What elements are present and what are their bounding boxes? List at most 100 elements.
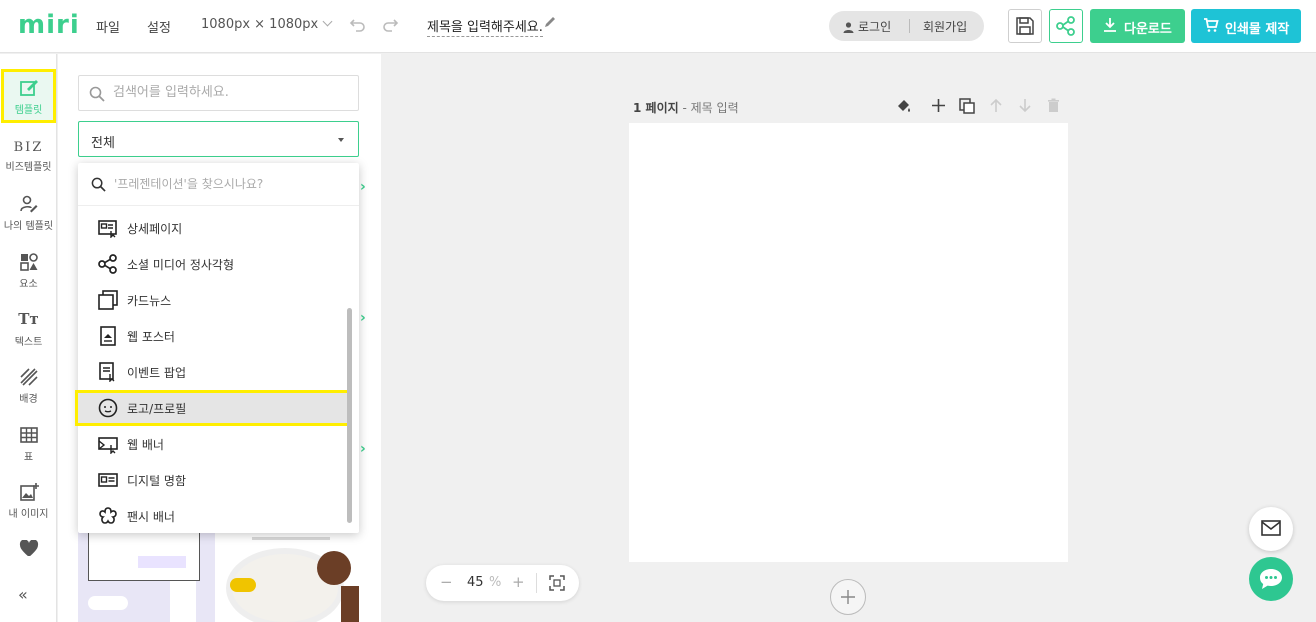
template-search-input[interactable] (113, 85, 348, 100)
thumbnail-decoration (341, 586, 359, 622)
template-thumbnail[interactable] (78, 526, 215, 622)
caret-down-icon (338, 138, 344, 142)
arrow-up-icon[interactable] (989, 98, 1003, 113)
page-title[interactable]: - 제목 입력 (682, 101, 738, 115)
artboard[interactable] (629, 123, 1068, 562)
thumbnail-frame (88, 526, 200, 581)
chevron-right-icon[interactable]: › (360, 441, 370, 457)
save-icon (1016, 17, 1034, 35)
dropdown-item-event-popup[interactable]: 이벤트 팝업 (78, 354, 359, 390)
zoom-unit: % (489, 575, 502, 590)
dropdown-item-label: 디지털 명함 (127, 474, 187, 488)
download-button[interactable]: 다운로드 (1090, 9, 1185, 43)
dropdown-item-web-poster[interactable]: 웹 포스터 (78, 318, 359, 354)
dropdown-item-detail-page[interactable]: 상세페이지 (78, 210, 359, 246)
thumbnail-badge (230, 578, 256, 592)
rail-label-table: 표 (23, 452, 34, 463)
zoom-in-button[interactable]: + (512, 573, 525, 591)
dropdown-item-web-banner[interactable]: 웹 배너 (78, 426, 359, 462)
undo-button[interactable] (346, 14, 368, 36)
print-button[interactable]: 인쇄물 제작 (1191, 9, 1301, 43)
dropdown-item-label: 이벤트 팝업 (127, 366, 187, 380)
thumbnail-decoration (88, 596, 128, 610)
login-button[interactable]: 로그인 (843, 18, 891, 35)
dropdown-item-logo-profile[interactable]: 로고/프로필 (75, 390, 351, 426)
add-icon[interactable] (931, 98, 946, 113)
add-page-button[interactable] (830, 579, 866, 615)
banner-icon (98, 437, 118, 454)
chevron-down-icon (322, 16, 333, 27)
rail-item-background[interactable]: 배경 (0, 367, 57, 405)
thumbnail-decoration (138, 556, 186, 568)
dropdown-item-label: 웹 배너 (127, 438, 164, 452)
redo-button[interactable] (380, 14, 402, 36)
poster-icon (100, 326, 116, 346)
cart-icon (1204, 18, 1219, 32)
share-button[interactable] (1049, 9, 1083, 43)
undo-icon (349, 19, 365, 32)
menu-file[interactable]: 파일 (96, 17, 120, 36)
rail-item-my-template[interactable]: 나의 템플릿 (0, 194, 57, 232)
template-search (78, 75, 359, 111)
zoom-value[interactable]: 45 (467, 575, 484, 590)
rail-label-biz-template: 비즈템플릿 (5, 162, 52, 173)
flower-icon (99, 507, 117, 524)
rail-item-elements[interactable]: 요소 (0, 252, 57, 290)
zoom-out-button[interactable]: − (440, 573, 453, 591)
auth-divider (909, 19, 910, 33)
thumbnail-decoration (252, 537, 330, 540)
canvas-size-label: 1080px × 1080px (201, 17, 319, 32)
redo-icon (383, 19, 399, 32)
chevron-right-icon[interactable]: › (360, 179, 370, 195)
cards-icon (98, 290, 118, 310)
save-button[interactable] (1008, 9, 1042, 43)
mail-icon (1261, 520, 1281, 536)
dropdown-scrollbar[interactable] (347, 308, 352, 523)
thumbnail-decoration (170, 581, 196, 622)
arrow-down-icon[interactable] (1018, 98, 1032, 113)
rail-item-my-images[interactable]: 내 이미지 (0, 482, 57, 520)
chat-button[interactable] (1249, 557, 1293, 601)
collapse-rail-button[interactable]: « (18, 585, 28, 604)
fit-screen-icon[interactable] (549, 575, 565, 591)
biz-icon: BIZ (13, 140, 44, 155)
login-label: 로그인 (858, 20, 892, 34)
popup-icon (99, 362, 115, 382)
template-thumbnail[interactable] (222, 526, 359, 622)
dropdown-item-label: 웹 포스터 (127, 330, 175, 344)
detail-page-icon (98, 220, 117, 238)
dropdown-item-digital-card[interactable]: 디지털 명함 (78, 462, 359, 498)
rail-item-favorites[interactable] (0, 540, 57, 556)
rail-label-background: 배경 (19, 394, 38, 405)
signup-button[interactable]: 회원가입 (923, 18, 967, 35)
dropdown-search-input[interactable] (114, 177, 344, 191)
rail-item-text[interactable]: Tт 텍스트 (0, 310, 57, 348)
copy-icon[interactable] (959, 98, 975, 114)
text-icon: Tт (18, 310, 39, 328)
trash-icon[interactable] (1047, 98, 1060, 113)
dropdown-item-fancy-banner[interactable]: 팬시 배너 (78, 498, 359, 534)
paint-bucket-icon[interactable] (896, 98, 912, 114)
rail-item-table[interactable]: 표 (0, 425, 57, 463)
menu-settings[interactable]: 설정 (147, 17, 171, 36)
dropdown-search (78, 163, 359, 206)
pencil-icon[interactable] (543, 15, 557, 29)
zoom-control: − 45 % + (426, 565, 579, 601)
search-icon (91, 177, 106, 192)
chevron-right-icon[interactable]: › (360, 310, 370, 326)
category-select[interactable]: 전체 (78, 121, 359, 157)
chat-icon (1260, 569, 1282, 589)
rail-label-text: 텍스트 (14, 337, 43, 348)
dropdown-item-label: 팬시 배너 (127, 510, 175, 524)
rail-item-template[interactable]: 템플릿 (1, 69, 56, 123)
dropdown-item-social-square[interactable]: 소셜 미디어 정사각형 (78, 246, 359, 282)
rail-item-biz-template[interactable]: BIZ 비즈템플릿 (0, 140, 57, 173)
miri-logo[interactable]: miri (18, 10, 80, 40)
category-dropdown: 상세페이지 소셜 미디어 정사각형 카드뉴스 웹 포스터 이벤트 팝업 로고/프… (75, 163, 359, 534)
user-icon (843, 22, 854, 33)
mail-button[interactable] (1249, 507, 1293, 551)
smile-icon (98, 398, 118, 418)
dropdown-item-card-news[interactable]: 카드뉴스 (78, 282, 359, 318)
canvas-size-dropdown[interactable]: 1080px × 1080px (201, 16, 333, 32)
document-title[interactable]: 제목을 입력해주세요. (427, 16, 543, 37)
